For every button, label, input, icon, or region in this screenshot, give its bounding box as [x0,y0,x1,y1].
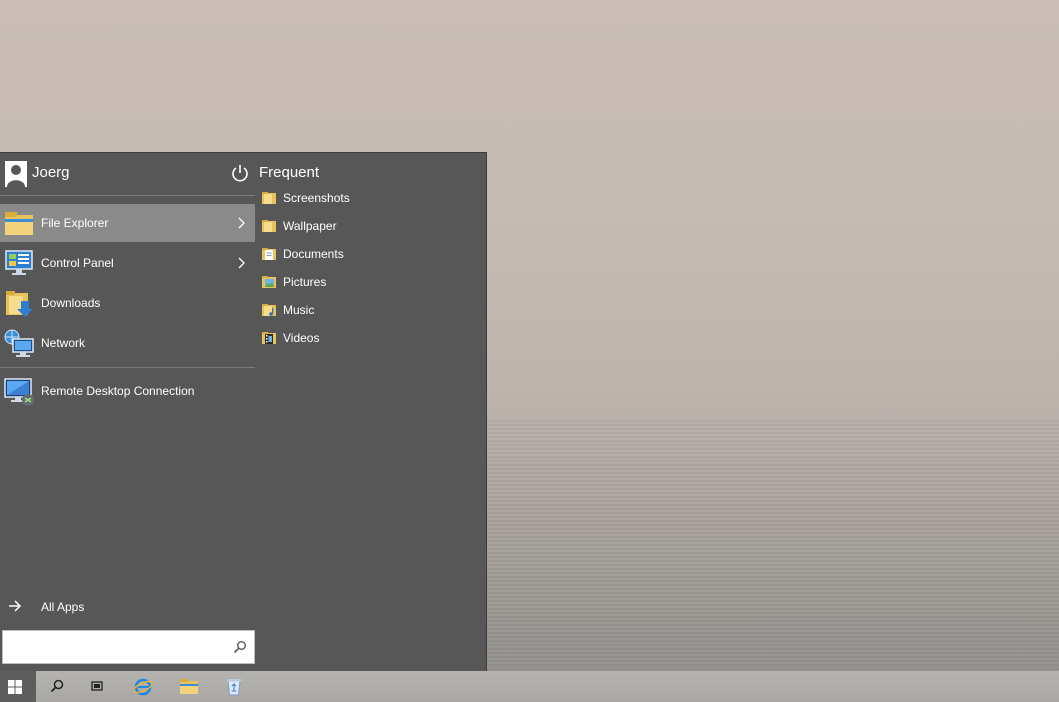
network-icon [4,329,34,357]
search-icon [50,679,64,693]
file-explorer-icon [180,679,198,694]
start-button[interactable] [0,671,36,702]
task-view-icon [91,681,103,691]
frequent-item-pictures[interactable]: Pictures [256,270,486,294]
taskbar [0,671,1059,702]
taskbar-recycle-bin[interactable] [212,671,256,702]
frequent-item-label: Videos [283,331,320,345]
start-menu-left-column: Joerg File Explorer Control Panel Downlo… [0,153,256,672]
start-windows-icon [8,680,22,694]
frequent-item-documents[interactable]: Documents [256,242,486,266]
all-apps-button[interactable]: All Apps [0,593,255,619]
folder-icon [262,220,276,232]
search-icon[interactable] [233,640,247,654]
pictures-folder-icon [262,276,276,288]
frequent-item-wallpaper[interactable]: Wallpaper [256,214,486,238]
internet-explorer-icon [133,678,153,696]
start-menu: Joerg File Explorer Control Panel Downlo… [0,152,487,671]
all-apps-label: All Apps [41,600,85,614]
taskbar-internet-explorer[interactable] [120,671,164,702]
start-search-box[interactable] [2,630,255,664]
menu-item-label: Network [41,336,86,350]
music-folder-icon [262,304,276,316]
frequent-heading: Frequent [259,164,320,181]
menu-item-label: Control Panel [41,256,114,270]
control-panel-icon [5,250,33,275]
menu-item-downloads[interactable]: Downloads [0,284,255,322]
menu-item-label: Remote Desktop Connection [41,384,195,398]
user-name: Joerg [32,164,70,181]
menu-item-file-explorer[interactable]: File Explorer [0,204,255,242]
frequent-item-label: Wallpaper [283,219,337,233]
menu-item-remote-desktop-connection[interactable]: Remote Desktop Connection [0,372,255,410]
user-avatar-icon [5,161,27,187]
divider [0,367,255,368]
user-account-button[interactable]: Joerg [0,153,256,193]
menu-item-network[interactable]: Network [0,324,255,362]
frequent-item-screenshots[interactable]: Screenshots [256,186,486,210]
recycle-bin-icon [227,679,241,696]
taskbar-file-explorer[interactable] [166,671,210,702]
chevron-right-icon[interactable] [236,216,246,230]
frequent-item-label: Screenshots [283,191,350,205]
menu-item-label: File Explorer [41,216,109,230]
frequent-column: Frequent Screenshots Wallpaper Documents [256,153,487,672]
task-view-button[interactable] [76,671,120,702]
frequent-item-music[interactable]: Music [256,298,486,322]
frequent-item-label: Pictures [283,275,327,289]
menu-item-control-panel[interactable]: Control Panel [0,244,255,282]
file-explorer-icon [5,212,33,235]
start-search-input[interactable] [7,635,222,659]
frequent-item-label: Documents [283,247,344,261]
divider [0,195,255,196]
documents-folder-icon [262,248,276,260]
remote-desktop-icon [4,378,34,406]
folder-icon [262,192,276,204]
arrow-right-icon [9,600,22,612]
downloads-folder-icon [6,291,33,317]
videos-folder-icon [262,332,276,344]
frequent-item-label: Music [283,303,315,317]
menu-item-label: Downloads [41,296,101,310]
frequent-item-videos[interactable]: Videos [256,326,486,350]
chevron-right-icon[interactable] [236,256,246,270]
taskbar-search-button[interactable] [36,671,80,702]
power-icon[interactable] [230,163,250,183]
